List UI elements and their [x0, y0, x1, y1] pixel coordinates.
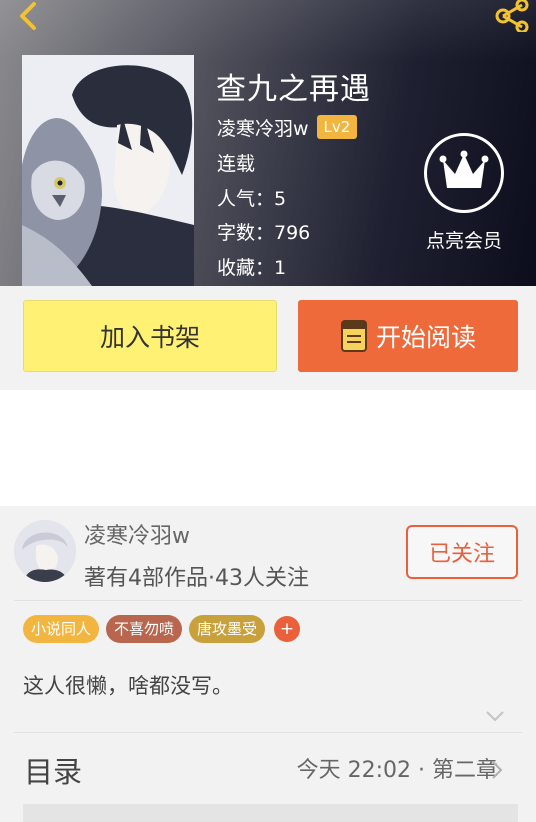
- add-to-shelf-button[interactable]: 加入书架: [23, 300, 277, 372]
- follow-button[interactable]: 已关注: [406, 525, 518, 579]
- divider: [14, 732, 522, 733]
- serial-status: 连载: [217, 153, 256, 175]
- chapter-list-preview: [23, 804, 518, 822]
- level-badge: Lv2: [316, 115, 358, 139]
- tag-item[interactable]: 小说同人: [23, 615, 100, 643]
- crown-icon: [439, 150, 489, 188]
- author-name[interactable]: 凌寒冷羽w: [217, 114, 309, 141]
- share-icon: [495, 0, 529, 34]
- tag-list: 小说同人 不喜勿喷 唐攻墨受 +: [23, 615, 301, 643]
- back-button[interactable]: [14, 2, 44, 32]
- author-row[interactable]: 凌寒冷羽w Lv2: [217, 114, 358, 141]
- toc-arrow[interactable]: [491, 760, 503, 784]
- book-cover-image[interactable]: [22, 55, 194, 286]
- tag-item[interactable]: 不喜勿喷: [106, 615, 183, 643]
- tag-item[interactable]: 唐攻墨受: [189, 615, 266, 643]
- add-tag-button[interactable]: +: [274, 616, 301, 642]
- favorites-count: 收藏：1: [217, 257, 287, 279]
- chevron-left-icon: [20, 2, 36, 30]
- book-title: 查九之再遇: [216, 72, 371, 107]
- start-reading-label: 开始阅读: [375, 323, 476, 352]
- word-count: 字数：796: [217, 222, 311, 244]
- chevron-right-icon: [492, 761, 503, 779]
- book-header: 查九之再遇 凌寒冷羽w Lv2 连载 人气：5 字数：796 收藏：1 点亮会员: [0, 0, 536, 286]
- author-stats: 著有4部作品·43人关注: [84, 566, 309, 591]
- author-section-name[interactable]: 凌寒冷羽w: [84, 518, 190, 550]
- author-section: 凌寒冷羽w 著有4部作品·43人关注 已关注 小说同人 不喜勿喷 唐攻墨受 + …: [0, 506, 536, 822]
- toc-label[interactable]: 目录: [24, 749, 82, 791]
- book-icon: [340, 320, 367, 352]
- expand-button[interactable]: [485, 707, 505, 726]
- author-avatar[interactable]: [14, 520, 76, 582]
- latest-chapter[interactable]: 今天 22:02 · 第二章: [297, 752, 498, 784]
- start-reading-button[interactable]: 开始阅读: [298, 300, 518, 372]
- chevron-down-icon: [486, 711, 504, 722]
- vip-label[interactable]: 点亮会员: [412, 226, 516, 253]
- popularity-count: 人气：5: [217, 188, 287, 210]
- action-bar: 加入书架 开始阅读: [0, 286, 536, 390]
- vip-button[interactable]: [424, 133, 504, 213]
- spacer: [0, 390, 536, 506]
- divider: [14, 600, 522, 601]
- share-button[interactable]: [494, 0, 530, 34]
- author-intro: 这人很懒，啥都没写。: [23, 674, 233, 698]
